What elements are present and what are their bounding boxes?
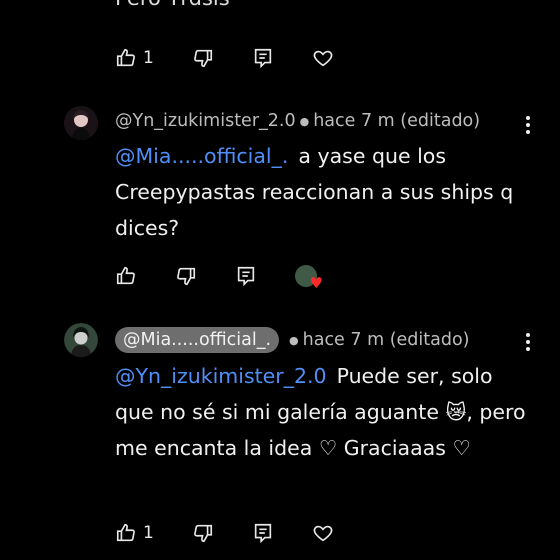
heart-button[interactable] [312,522,334,544]
avatar[interactable] [64,106,98,140]
dislike-button[interactable] [192,47,214,69]
creator-heart-icon: ♥ [295,265,323,292]
comment-author[interactable]: @Yn_izukimister_2.0 [115,111,296,131]
comment-body: @Yn_izukimister_2.0 Puede ser, solo que n… [115,358,535,466]
like-button[interactable]: 1 [115,522,154,544]
more-options-icon[interactable] [526,113,530,137]
like-count: 1 [143,523,154,543]
comment-actions: 1 [115,518,372,548]
comment-time: hace 7 m (editado) [302,330,470,350]
avatar-image [64,106,98,140]
thumbs-down-icon [193,524,212,543]
comment-header: @Mia.....official_. ● hace 7 m (editado) [115,327,470,353]
comment-body: @Mia.....official_. a yase que los Creepy… [115,138,535,246]
reply-icon [237,266,255,287]
reply-button[interactable] [252,522,274,544]
comment-header: @Yn_izukimister_2.0 ● hace 7 m (editado) [115,111,480,131]
mention-link[interactable]: @Yn_izukimister_2.0 [115,364,327,388]
heart-icon [313,525,333,542]
comment-time: hace 7 m (editado) [313,111,481,131]
thumbs-up-icon [116,523,135,542]
thumbs-up-icon [116,48,135,67]
reply-icon [254,523,271,544]
previous-comment-text: Pero Yrdsis [115,0,230,10]
more-options-icon[interactable] [526,330,530,354]
reply-button[interactable] [252,47,274,69]
dislike-button[interactable] [175,265,197,287]
separator-dot: ● [299,114,310,128]
mention-link[interactable]: @Mia.....official_. [115,144,288,168]
previous-comment-actions: 1 [115,43,372,73]
avatar-image [64,323,98,357]
thumbs-down-icon [193,49,212,68]
reply-button[interactable] [235,265,257,287]
comment-actions: ♥ [115,261,355,292]
crying-cat-emoji: 😿 [445,400,467,424]
like-button[interactable] [115,265,137,287]
thumbs-up-icon [116,266,135,285]
thumbs-down-icon [177,267,196,286]
creator-heart: ♥ [295,265,323,292]
reply-icon [254,48,271,69]
like-count: 1 [143,48,154,68]
separator-dot: ● [289,333,299,347]
heart-icon [313,50,333,67]
channel-owner-badge[interactable]: @Mia.....official_. [115,327,280,353]
avatar[interactable] [64,323,98,357]
heart-button[interactable] [312,47,334,69]
like-button[interactable]: 1 [115,47,154,69]
dislike-button[interactable] [192,522,214,544]
